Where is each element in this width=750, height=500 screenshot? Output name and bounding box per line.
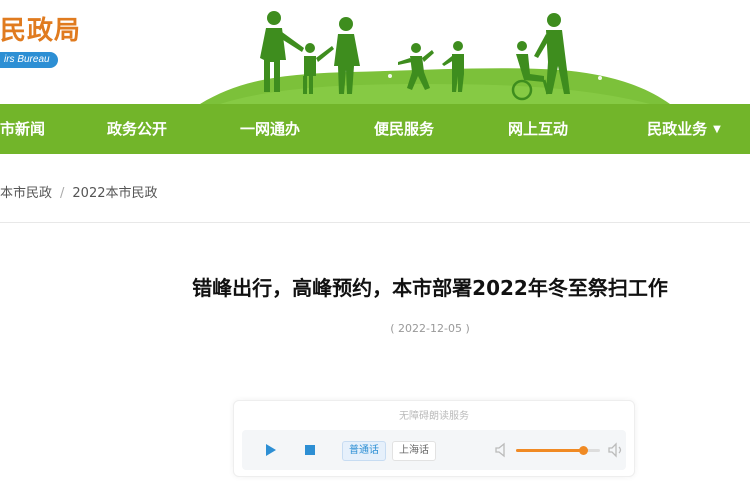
breadcrumb-item-city-civil-affairs[interactable]: 本市民政 bbox=[0, 186, 52, 201]
breadcrumb-separator: / bbox=[60, 186, 65, 201]
volume-slider-fill bbox=[516, 449, 584, 452]
player-controls: 普通话 上海话 bbox=[242, 430, 626, 470]
site-logo-subtitle: irs Bureau bbox=[0, 52, 58, 68]
family-banner-illustration bbox=[200, 11, 670, 104]
nav-item-public-services[interactable]: 便民服务 bbox=[374, 104, 434, 154]
article-date: ( 2022-12-05 ) bbox=[390, 322, 470, 335]
play-button[interactable] bbox=[260, 440, 280, 460]
volume-slider[interactable] bbox=[516, 446, 600, 455]
site-header: 民政局 irs Bureau bbox=[0, 0, 750, 104]
nav-item-civil-affairs-label: 民政业务 bbox=[647, 120, 708, 138]
volume-slider-handle[interactable] bbox=[579, 446, 589, 455]
nav-item-government-affairs[interactable]: 政务公开 bbox=[107, 104, 167, 154]
play-icon bbox=[266, 444, 276, 456]
breadcrumb: 本市民政 / 2022本市民政 bbox=[0, 180, 158, 208]
read-aloud-label: 无障碍朗读服务 bbox=[399, 411, 469, 422]
main-nav-bar: 市新闻 政务公开 一网通办 便民服务 网上互动 民政业务 ▼ bbox=[0, 104, 750, 154]
volume-low-icon[interactable] bbox=[494, 441, 510, 459]
stop-icon bbox=[305, 445, 315, 455]
nav-item-online-interaction[interactable]: 网上互动 bbox=[508, 104, 568, 154]
read-aloud-player: 无障碍朗读服务 普通话 上海话 bbox=[233, 400, 635, 477]
volume-high-icon[interactable] bbox=[608, 441, 624, 459]
shanghainese-voice-button[interactable]: 上海话 bbox=[392, 441, 436, 461]
breadcrumb-item-2022-civil-affairs[interactable]: 2022本市民政 bbox=[72, 186, 157, 201]
article-title: 错峰出行，高峰预约，本市部署2022年冬至祭扫工作 bbox=[192, 276, 668, 300]
nav-item-one-stop-service[interactable]: 一网通办 bbox=[240, 104, 300, 154]
stop-button[interactable] bbox=[300, 440, 320, 460]
nav-item-city-news[interactable]: 市新闻 bbox=[0, 104, 45, 154]
mandarin-voice-button[interactable]: 普通话 bbox=[342, 441, 386, 461]
content-divider bbox=[0, 222, 750, 223]
chevron-down-icon: ▼ bbox=[713, 123, 721, 135]
nav-item-civil-affairs[interactable]: 民政业务 ▼ bbox=[647, 104, 721, 154]
site-logo-title[interactable]: 民政局 bbox=[0, 10, 81, 47]
